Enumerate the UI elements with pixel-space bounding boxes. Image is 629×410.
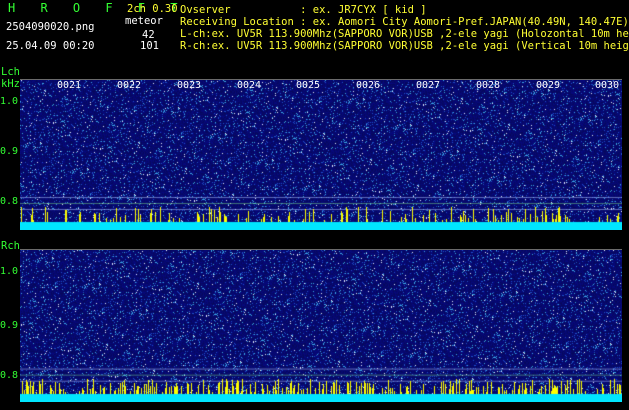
datetime-label: 25.04.09 00:20	[6, 40, 95, 52]
lch-tick-0-8: 0.8	[0, 196, 19, 207]
time-tick: 0021	[57, 80, 82, 91]
time-tick: 0026	[356, 80, 381, 91]
rch-tick-0-8: 0.8	[0, 370, 19, 381]
time-tick: 0025	[296, 80, 321, 91]
meteor-count-rch: 101	[140, 40, 159, 52]
rch-label: Rch	[1, 240, 20, 252]
lch-tick-0-9: 0.9	[0, 146, 19, 157]
lch-tick-1-0: 1.0	[0, 96, 19, 107]
lch-receiver-info: L-ch:ex. UV5R 113.900Mhz(SAPPORO VOR)USB…	[180, 28, 629, 40]
time-tick: 0030	[595, 80, 620, 91]
time-tick: 0022	[117, 80, 142, 91]
time-tick: 0023	[177, 80, 202, 91]
rch-tick-1-0: 1.0	[0, 266, 19, 277]
rch-receiver-info: R-ch:ex. UV5R 113.900Mhz(SAPPORO VOR)USB…	[180, 40, 629, 52]
version-label: 2ch 0.30	[127, 3, 178, 15]
lch-label: Lch	[1, 66, 20, 78]
filename-label: 2504090020.png	[6, 21, 95, 33]
time-tick: 0028	[476, 80, 501, 91]
time-tick: 0024	[237, 80, 262, 91]
time-tick: 0029	[536, 80, 561, 91]
observer-info: Ovserver : ex. JR7CYX [ kid ]	[180, 4, 427, 16]
rch-spectrogram	[20, 250, 622, 402]
lch-spectrogram	[20, 80, 622, 230]
location-info: Receiving Location : ex. Aomori City Aom…	[180, 16, 629, 28]
meteor-label: meteor	[125, 15, 163, 27]
khz-label: kHz	[1, 78, 20, 90]
time-tick: 0027	[416, 80, 441, 91]
rch-tick-0-9: 0.9	[0, 320, 19, 331]
